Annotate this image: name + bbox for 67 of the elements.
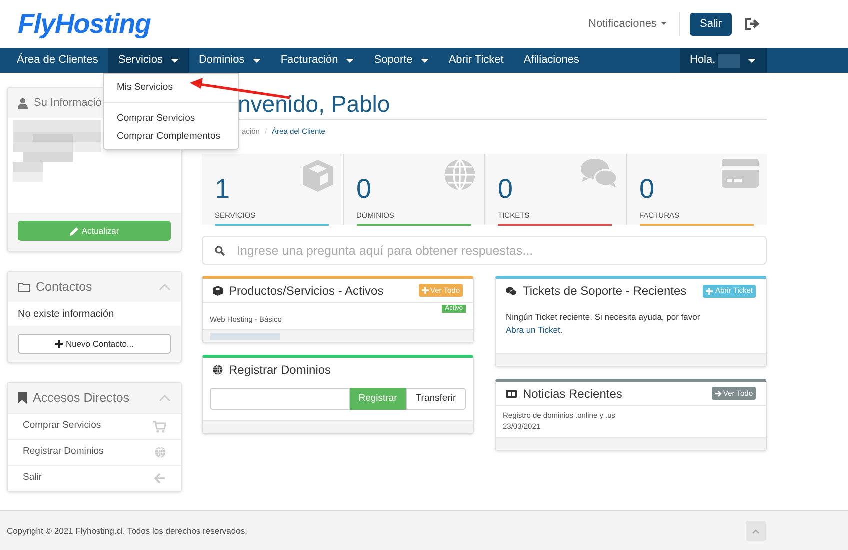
plus-icon [706, 288, 714, 294]
cube-icon [300, 159, 334, 193]
scroll-top-button[interactable] [746, 521, 766, 541]
dropdown-item[interactable]: Mis Servicios [117, 82, 173, 93]
page-title: nvenido, Pablo [238, 91, 390, 117]
panel-title: Su Informació [34, 96, 102, 111]
new-contact-button[interactable]: Nuevo Contacto... [18, 334, 171, 354]
nav-item[interactable]: Soporte [364, 48, 439, 73]
stat-count: 0 [356, 174, 372, 204]
nav-item[interactable]: Servicios [108, 48, 189, 73]
panel-title: Registrar Dominios [229, 362, 332, 379]
logout-icon[interactable] [745, 18, 760, 30]
panel-title: Contactos [36, 278, 92, 296]
box-icon [213, 286, 223, 296]
notifications-menu[interactable]: Notificaciones [588, 16, 677, 32]
panel-title: Tickets de Soporte - Recientes [523, 283, 687, 300]
panel-title: Accesos Directos [33, 390, 130, 407]
domain-field[interactable] [210, 388, 350, 410]
logo[interactable]: FlyHosting [18, 4, 151, 44]
globe-icon [155, 447, 166, 458]
greeting: Hola, [690, 53, 716, 68]
chat-bubbles-icon [506, 286, 517, 296]
nav-item[interactable]: Facturación [270, 48, 364, 73]
cart-icon [153, 420, 166, 432]
chevron-up-icon [159, 284, 171, 290]
globe-icon [213, 365, 223, 375]
stat-count: 0 [498, 174, 514, 204]
pencil-icon [70, 226, 79, 236]
nav-item[interactable]: Afiliaciones [514, 48, 590, 73]
dropdown-item[interactable]: Comprar Complementos [117, 131, 220, 142]
nav-item[interactable]: Abrir Ticket [438, 48, 514, 73]
tickets-message: Ningún Ticket reciente. Si necesita ayuda, por favor Abra un Ticket. [506, 311, 702, 337]
stat-count: 0 [640, 174, 655, 204]
panel-title: Noticias Recientes [523, 386, 622, 402]
blurred-domain [210, 333, 280, 340]
user-icon [18, 98, 28, 108]
logout-button[interactable]: Salir [690, 12, 732, 36]
plus-icon [54, 340, 63, 348]
transfer-button[interactable]: Transferir [406, 388, 466, 410]
credit-card-icon [722, 159, 759, 188]
blurred-name [718, 54, 740, 68]
bookmark-icon [18, 392, 27, 404]
empty-message: No existe información [18, 308, 114, 322]
chevron-up-icon [752, 528, 760, 534]
caret-icon [748, 58, 756, 62]
shortcut-item[interactable]: Salir [8, 465, 181, 491]
newspaper-icon [506, 390, 517, 398]
chevron-up-icon [159, 394, 171, 402]
globe-icon [444, 159, 476, 191]
user-menu[interactable]: Hola, [680, 48, 767, 73]
search-field[interactable]: Ingrese una pregunta aquí para obtener respuestas... [202, 236, 767, 265]
nav-item[interactable]: Área de Clientes [7, 48, 108, 73]
caret-icon [661, 22, 667, 26]
stat-count: 1 [215, 174, 230, 204]
dropdown-item[interactable]: Comprar Servicios [117, 113, 196, 124]
arrow-right-icon [714, 390, 722, 396]
shortcut-item[interactable]: Comprar Servicios [8, 413, 181, 439]
nav-item[interactable]: Dominios [188, 48, 271, 73]
open-ticket-link[interactable]: Abra un Ticket [506, 325, 560, 335]
copyright: Copyright © 2021 Flyhosting.cl. Todos los derechos reservados. [7, 524, 248, 538]
search-icon [215, 246, 225, 256]
arrow-left-icon [154, 473, 166, 484]
chat-bubbles-icon [580, 159, 618, 189]
folder-icon [18, 282, 30, 292]
panel-title: Productos/Servicios - Activos [229, 282, 384, 300]
shortcut-item[interactable]: Registrar Dominios [8, 439, 181, 465]
plus-icon [422, 287, 429, 294]
